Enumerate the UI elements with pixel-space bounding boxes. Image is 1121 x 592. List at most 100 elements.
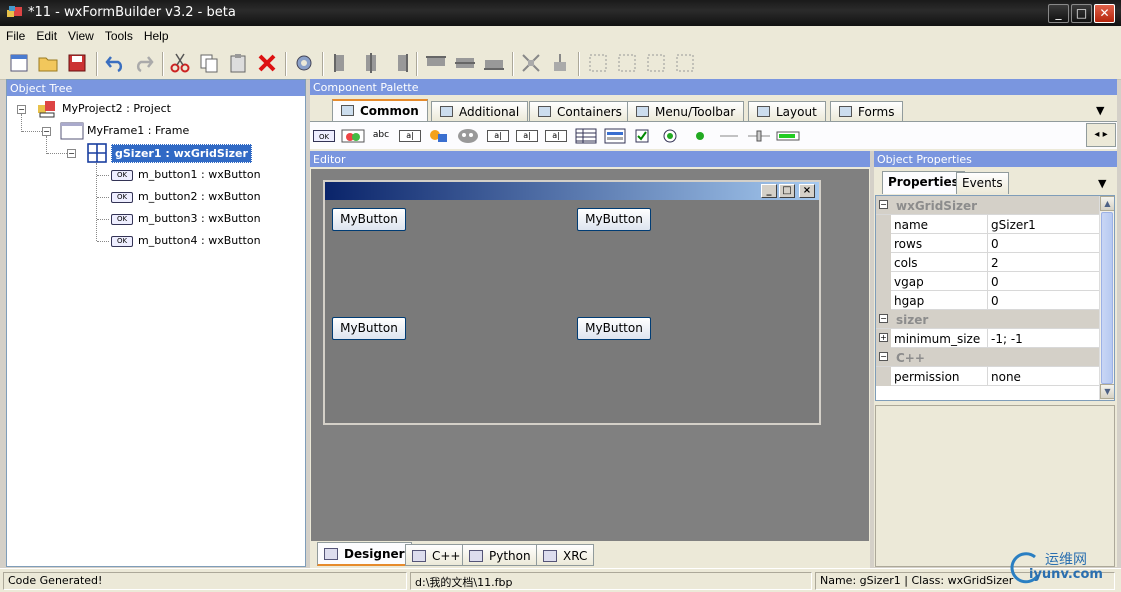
save-icon[interactable] xyxy=(66,52,88,74)
align-left-icon[interactable] xyxy=(331,52,353,74)
scroll-down-icon[interactable]: ▼ xyxy=(1100,384,1114,399)
palette-list-ctrl[interactable] xyxy=(604,128,626,144)
align-center-icon[interactable] xyxy=(360,52,382,74)
stretch-icon[interactable] xyxy=(549,52,571,74)
tab-additional[interactable]: Additional xyxy=(431,101,529,121)
palette-text-ctrl[interactable]: a| xyxy=(399,130,421,142)
tab-events[interactable]: Events xyxy=(956,172,1009,194)
tree-item-button[interactable]: OK m_button2 : wxButton xyxy=(111,190,261,203)
design-canvas[interactable]: _ □ × MyButton MyButton MyButton MyButto… xyxy=(311,169,869,541)
property-row[interactable]: vgap 0 xyxy=(876,272,1100,291)
property-row[interactable]: cols 2 xyxy=(876,253,1100,272)
tab-xrc[interactable]: XRC xyxy=(536,544,595,566)
collapse-toggle[interactable]: − xyxy=(42,127,51,136)
tab-properties[interactable]: Properties xyxy=(882,171,965,194)
palette-scroll-arrows[interactable]: ◂ ▸ xyxy=(1086,123,1116,147)
align-bottom-icon[interactable] xyxy=(483,52,505,74)
property-row[interactable]: hgap 0 xyxy=(876,291,1100,310)
minimize-button[interactable]: _ xyxy=(1048,4,1069,23)
border-right-icon[interactable] xyxy=(616,52,638,74)
properties-header: Object Properties xyxy=(874,151,1117,167)
border-bottom-icon[interactable] xyxy=(674,52,696,74)
collapse-icon[interactable]: − xyxy=(879,200,888,209)
tab-cpp[interactable]: C++ xyxy=(405,544,468,566)
tree-item-frame[interactable]: MyFrame1 : Frame xyxy=(87,124,189,137)
property-grid: − wxGridSizer name gSizer1 rows 0 cols 2 vga… xyxy=(875,195,1115,401)
palette-list-box[interactable]: a| xyxy=(487,130,509,142)
tab-menu-toolbar[interactable]: Menu/Toolbar xyxy=(627,101,745,121)
button-icon: OK xyxy=(111,191,133,203)
open-folder-icon[interactable] xyxy=(37,52,59,74)
property-row[interactable]: permission none xyxy=(876,367,1100,386)
maximize-button[interactable]: □ xyxy=(1071,4,1092,23)
frame-minimize-icon: _ xyxy=(761,184,777,198)
my-button-2[interactable]: MyButton xyxy=(577,208,651,231)
paste-icon[interactable] xyxy=(227,52,249,74)
expand-icon[interactable]: + xyxy=(879,333,888,342)
palette-radio-box[interactable]: a| xyxy=(516,130,538,142)
palette-combo[interactable] xyxy=(457,128,479,144)
menu-help[interactable]: Help xyxy=(138,26,174,43)
palette-static-text[interactable]: abc xyxy=(372,130,390,146)
collapse-toggle[interactable]: − xyxy=(67,149,76,158)
palette-bitmap-button[interactable] xyxy=(341,128,365,144)
expand-icon[interactable] xyxy=(520,52,542,74)
property-row[interactable]: rows 0 xyxy=(876,234,1100,253)
property-row[interactable]: name gSizer1 xyxy=(876,215,1100,234)
copy-icon[interactable] xyxy=(198,52,220,74)
tree-item-button[interactable]: OK m_button1 : wxButton xyxy=(111,168,261,181)
palette-choice[interactable] xyxy=(428,128,450,144)
property-row[interactable]: + minimum_size -1; -1 xyxy=(876,329,1100,348)
collapse-icon[interactable]: − xyxy=(879,352,888,361)
menu-tools[interactable]: Tools xyxy=(99,26,138,43)
align-top-icon[interactable] xyxy=(425,52,447,74)
property-scrollbar[interactable]: ▲ ▼ xyxy=(1099,196,1114,400)
collapse-toggle[interactable]: − xyxy=(17,105,26,114)
align-middle-icon[interactable] xyxy=(454,52,476,74)
palette-gauge[interactable] xyxy=(776,128,800,144)
undo-icon[interactable] xyxy=(104,52,126,74)
my-button-4[interactable]: MyButton xyxy=(577,317,651,340)
tab-layout[interactable]: Layout xyxy=(748,101,826,121)
category-row[interactable]: − sizer xyxy=(876,310,1100,329)
align-right-icon[interactable] xyxy=(389,52,411,74)
scroll-thumb[interactable] xyxy=(1101,212,1113,384)
tab-python[interactable]: Python xyxy=(462,544,538,566)
palette-slider[interactable] xyxy=(747,128,771,144)
menu-edit[interactable]: Edit xyxy=(30,26,62,43)
menu-file[interactable]: File xyxy=(0,26,30,43)
collapse-icon[interactable]: − xyxy=(879,314,888,323)
chevron-down-icon[interactable]: ▼ xyxy=(1096,104,1104,117)
my-button-1[interactable]: MyButton xyxy=(332,208,406,231)
chevron-down-icon[interactable]: ▼ xyxy=(1098,177,1106,190)
palette-spin-ctrl[interactable]: a| xyxy=(545,130,567,142)
cut-icon[interactable] xyxy=(169,52,191,74)
new-project-icon[interactable] xyxy=(8,52,30,74)
border-top-icon[interactable] xyxy=(645,52,667,74)
tab-designer[interactable]: Designer xyxy=(317,542,412,566)
tree-item-sizer[interactable]: gSizer1 : wxGridSizer xyxy=(111,144,252,163)
redo-icon[interactable] xyxy=(133,52,155,74)
tab-containers[interactable]: Containers xyxy=(529,101,631,121)
close-button[interactable]: ✕ xyxy=(1094,4,1115,23)
tab-forms[interactable]: Forms xyxy=(830,101,904,121)
palette-line[interactable] xyxy=(719,128,739,144)
palette-button[interactable]: OK xyxy=(313,130,335,142)
palette-radio-button[interactable] xyxy=(692,128,708,144)
category-row[interactable]: − C++ xyxy=(876,348,1100,367)
menu-view[interactable]: View xyxy=(62,26,99,43)
tree-item-button[interactable]: OK m_button4 : wxButton xyxy=(111,234,261,247)
my-button-3[interactable]: MyButton xyxy=(332,317,406,340)
palette-grid[interactable] xyxy=(575,128,597,144)
tab-common[interactable]: Common xyxy=(332,99,428,121)
palette-radio[interactable] xyxy=(662,128,678,144)
tree-item-project[interactable]: MyProject2 : Project xyxy=(62,102,171,115)
delete-icon[interactable] xyxy=(256,52,278,74)
generate-code-icon[interactable] xyxy=(293,52,315,74)
palette-checkbox[interactable] xyxy=(634,128,650,144)
border-left-icon[interactable] xyxy=(587,52,609,74)
scroll-up-icon[interactable]: ▲ xyxy=(1100,196,1114,211)
designed-frame[interactable]: _ □ × MyButton MyButton MyButton MyButto… xyxy=(323,180,821,425)
tree-item-button[interactable]: OK m_button3 : wxButton xyxy=(111,212,261,225)
category-row[interactable]: − wxGridSizer xyxy=(876,196,1100,215)
